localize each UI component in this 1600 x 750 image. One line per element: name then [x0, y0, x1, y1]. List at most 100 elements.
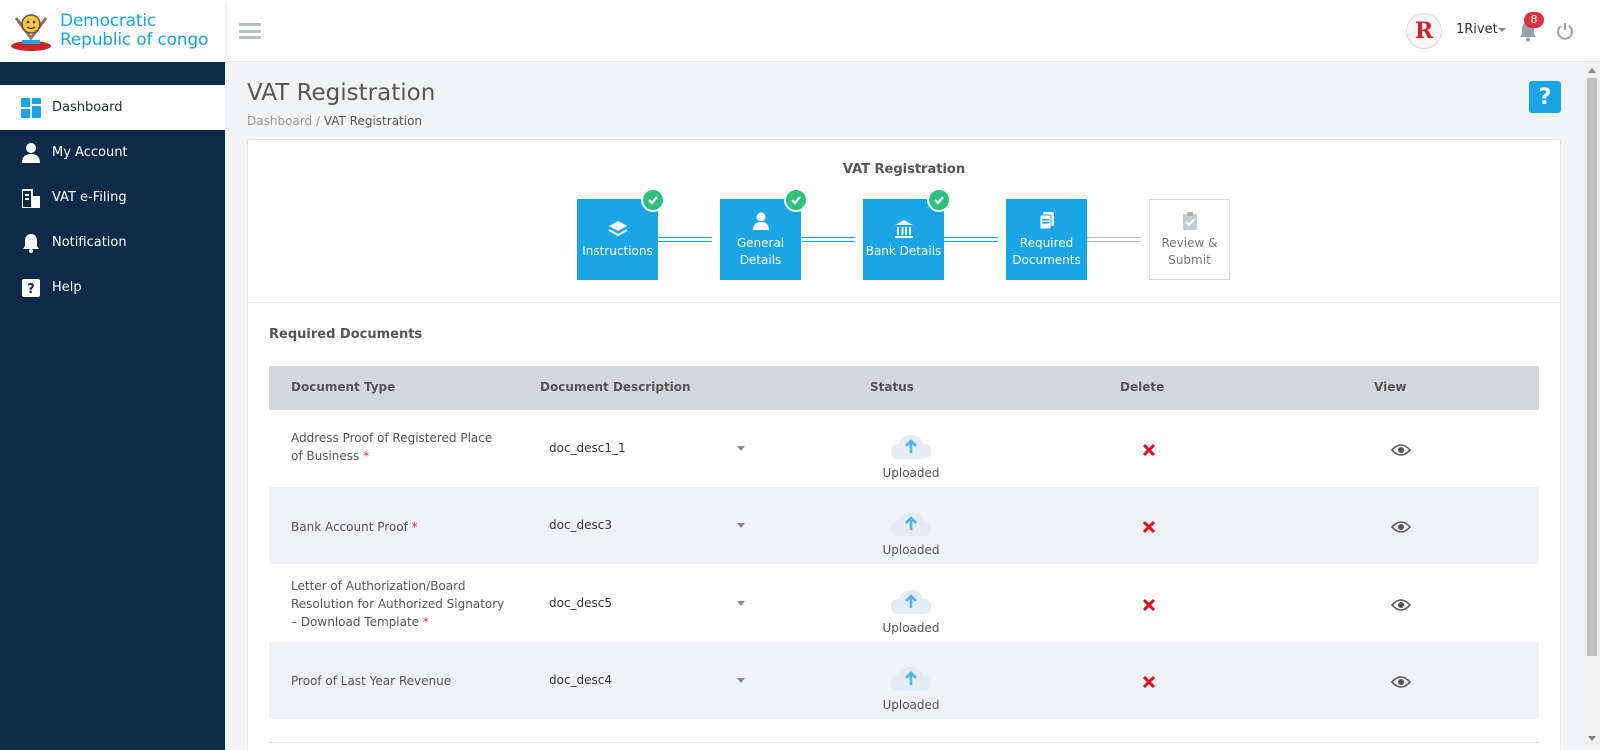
step-general-details[interactable]: General Details: [720, 199, 801, 280]
table-row: Bank Account Proof * doc_desc3 Uploaded: [269, 487, 1539, 564]
upload-cloud-icon[interactable]: [889, 663, 933, 693]
document-description-select[interactable]: doc_desc3: [549, 518, 612, 532]
table-row: Letter of Authorization/Board Resolution…: [269, 564, 1539, 642]
document-type: Letter of Authorization/Board Resolution…: [291, 577, 506, 631]
avatar-letter: R: [1414, 18, 1434, 44]
sidebar-item-vat-efiling[interactable]: VAT e-Filing: [0, 175, 225, 220]
step-review-submit[interactable]: Review & Submit: [1149, 199, 1230, 280]
user-name-dropdown[interactable]: 1Rivet: [1456, 22, 1498, 37]
status-cell: Uploaded: [869, 663, 953, 712]
sidebar-item-help[interactable]: ? Help: [0, 265, 225, 310]
step-bank-details[interactable]: Bank Details: [863, 199, 944, 280]
user-icon: [20, 142, 42, 164]
chevron-down-icon[interactable]: [737, 678, 745, 683]
scroll-thumb[interactable]: [1587, 78, 1597, 656]
document-description-select[interactable]: doc_desc5: [549, 596, 612, 610]
document-type-text: Address Proof of Registered Place of Bus…: [291, 431, 493, 463]
document-description-select[interactable]: doc_desc4: [549, 673, 612, 687]
user-dropdown-caret-icon[interactable]: [1498, 28, 1506, 32]
view-eye-icon[interactable]: [1391, 520, 1411, 534]
documents-icon: [1039, 211, 1054, 229]
brand-name-line1: Democratic: [60, 11, 156, 31]
step-required-documents[interactable]: Required Documents: [1006, 199, 1087, 280]
layers-icon: [608, 221, 627, 237]
logout-power-icon[interactable]: [1556, 22, 1574, 40]
brand-name-line2: Republic of congo: [60, 30, 209, 50]
sidebar-item-dashboard[interactable]: Dashboard: [0, 85, 225, 130]
document-type: Bank Account Proof *: [291, 518, 506, 536]
chevron-down-icon[interactable]: [737, 523, 745, 528]
sidebar-item-label: Help: [52, 280, 82, 295]
breadcrumb: Dashboard / VAT Registration: [247, 114, 422, 128]
stepper-title: VAT Registration: [842, 162, 966, 177]
step-label-line2: Details: [739, 252, 782, 267]
table-row: Address Proof of Registered Place of Bus…: [269, 410, 1539, 487]
view-eye-icon[interactable]: [1391, 443, 1411, 457]
step-label-line2: Submit: [1168, 252, 1211, 267]
status-text: Uploaded: [882, 466, 940, 480]
delete-x-icon[interactable]: [1142, 675, 1156, 689]
breadcrumb-dashboard-link[interactable]: Dashboard: [247, 114, 312, 128]
card-divider: [248, 302, 1560, 303]
dashboard-icon: [20, 97, 42, 119]
table-row: Proof of Last Year Revenue doc_desc4 Upl…: [269, 642, 1539, 719]
drc-coat-of-arms-icon: [11, 14, 51, 51]
step-connector: [793, 237, 855, 242]
step-connector: [936, 237, 998, 242]
column-header: Document Description: [540, 380, 691, 394]
scroll-down-arrow-icon[interactable]: [1588, 736, 1596, 741]
user-icon: [752, 212, 769, 230]
brand-logo[interactable]: Democratic Republic of congo: [0, 0, 225, 62]
document-type-text: Bank Account Proof: [291, 520, 408, 534]
help-icon: ?: [20, 277, 42, 299]
column-header: View: [1374, 380, 1407, 394]
view-eye-icon[interactable]: [1391, 598, 1411, 612]
menu-toggle-icon[interactable]: [239, 23, 261, 39]
top-bar: R 1Rivet 8: [0, 0, 1600, 62]
status-text: Uploaded: [882, 698, 940, 712]
step-connector: [1079, 237, 1141, 242]
delete-x-icon[interactable]: [1142, 443, 1156, 457]
delete-x-icon[interactable]: [1142, 520, 1156, 534]
document-description-select[interactable]: doc_desc1_1: [549, 441, 626, 455]
brand-name: Democratic Republic of congo: [60, 12, 208, 50]
user-avatar[interactable]: R: [1406, 13, 1442, 49]
documents-table: Document Type Document Description Statu…: [269, 366, 1539, 719]
column-header: Delete: [1120, 380, 1165, 394]
breadcrumb-current: VAT Registration: [323, 114, 423, 128]
delete-x-icon[interactable]: [1142, 598, 1156, 612]
svg-text:?: ?: [27, 282, 35, 297]
chevron-down-icon[interactable]: [737, 601, 745, 606]
sidebar-item-label: My Account: [52, 145, 128, 160]
status-cell: Uploaded: [869, 586, 953, 635]
bell-icon: [20, 232, 42, 254]
status-cell: Uploaded: [869, 431, 953, 480]
step-label-line1: Review &: [1161, 235, 1218, 250]
step-label-line2: Documents: [1012, 252, 1081, 267]
sidebar-item-notification[interactable]: Notification: [0, 220, 225, 265]
table-header: Document Type Document Description Statu…: [269, 366, 1539, 410]
help-button[interactable]: ?: [1529, 81, 1561, 113]
table-bottom-border: [269, 742, 1539, 743]
required-marker: *: [363, 449, 370, 463]
page-scrollbar[interactable]: [1584, 62, 1600, 750]
step-label: Instructions: [582, 244, 653, 258]
status-text: Uploaded: [882, 621, 940, 635]
step-label: Bank Details: [865, 244, 942, 258]
upload-cloud-icon[interactable]: [889, 586, 933, 616]
upload-cloud-icon[interactable]: [889, 431, 933, 461]
sidebar-item-my-account[interactable]: My Account: [0, 130, 225, 175]
status-cell: Uploaded: [869, 508, 953, 557]
breadcrumb-separator: /: [315, 114, 320, 128]
sidebar: Dashboard My Account VAT e-Filing Notifi…: [0, 62, 225, 750]
section-title: Required Documents: [269, 327, 423, 342]
document-type-text: Proof of Last Year Revenue: [291, 674, 452, 688]
upload-cloud-icon[interactable]: [889, 508, 933, 538]
step-instructions[interactable]: Instructions: [577, 199, 658, 280]
bank-icon: [894, 220, 913, 238]
view-eye-icon[interactable]: [1391, 675, 1411, 689]
scroll-up-arrow-icon[interactable]: [1588, 68, 1596, 73]
chevron-down-icon[interactable]: [737, 446, 745, 451]
step-completed-check-icon: [641, 188, 665, 212]
sidebar-item-label: VAT e-Filing: [52, 190, 127, 205]
